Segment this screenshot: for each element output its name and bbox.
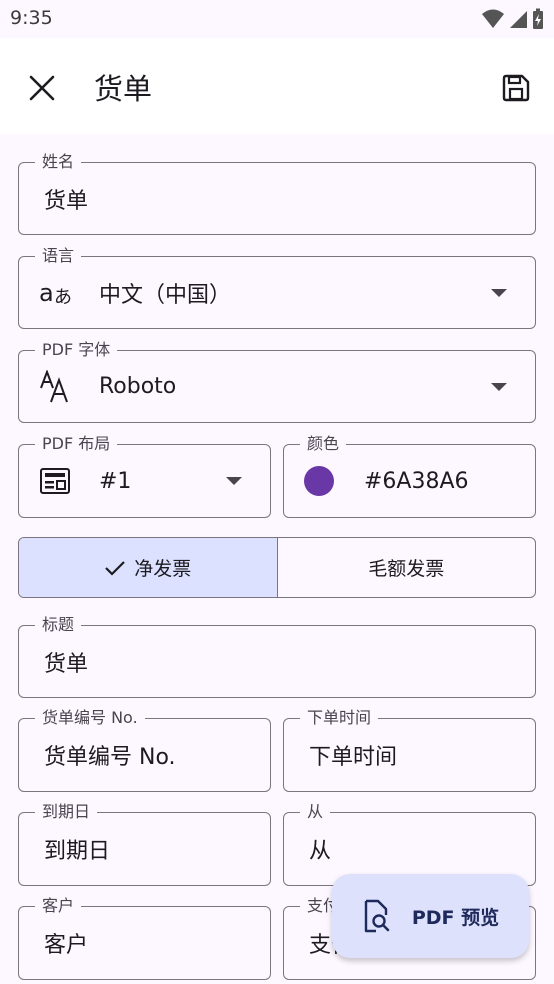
language-select[interactable]: 语言 a あ 中文（中国）	[18, 246, 536, 329]
pdf-font-select[interactable]: PDF 字体 Roboto	[18, 340, 536, 423]
color-field-label: 颜色	[300, 434, 347, 454]
invoice-type-toggle: 净发票 毛额发票	[18, 537, 536, 598]
color-field-value: #6A38A6	[364, 468, 469, 494]
title-field-value: 货单	[44, 651, 89, 677]
order-time-field[interactable]: 下单时间 下单时间	[283, 708, 536, 792]
chevron-down-icon	[491, 288, 507, 297]
due-date-field-value: 到期日	[44, 839, 111, 864]
wifi-icon	[482, 9, 504, 28]
save-button[interactable]	[492, 64, 540, 112]
top-app-bar: 货单	[0, 38, 554, 134]
check-icon	[105, 560, 126, 576]
name-field[interactable]: 姓名 货单	[18, 152, 536, 235]
pdf-preview-label: PDF 预览	[411, 906, 500, 929]
color-swatch[interactable]	[304, 466, 334, 496]
status-bar: 9:35	[0, 0, 554, 38]
status-time: 9:35	[10, 7, 53, 29]
svg-text:a: a	[39, 279, 54, 307]
chevron-down-icon	[226, 477, 242, 485]
pdf-layout-select-value: #1	[99, 468, 132, 494]
signal-icon	[510, 11, 527, 28]
svg-text:あ: あ	[54, 287, 72, 307]
layout-icon	[39, 445, 71, 517]
customer-field-value: 客户	[44, 933, 89, 958]
battery-icon	[533, 8, 543, 29]
font-icon	[39, 351, 75, 422]
title-field[interactable]: 标题 货单	[18, 615, 536, 698]
close-icon	[29, 75, 55, 101]
chevron-down-icon	[491, 382, 507, 391]
pdf-font-select-value: Roboto	[99, 374, 177, 399]
document-search-icon	[364, 899, 390, 933]
name-field-value: 货单	[44, 188, 89, 214]
language-select-value: 中文（中国）	[99, 282, 232, 308]
color-field[interactable]: 颜色 #6A38A6	[283, 434, 536, 518]
order-time-field-value: 下单时间	[309, 745, 398, 770]
net-invoice-label: 净发票	[134, 558, 192, 580]
gross-invoice-button[interactable]: 毛额发票	[278, 538, 536, 597]
due-date-field[interactable]: 到期日 到期日	[18, 802, 271, 886]
net-invoice-button[interactable]: 净发票	[19, 538, 278, 597]
status-icons	[482, 8, 544, 30]
save-icon	[502, 74, 530, 102]
close-button[interactable]	[18, 64, 66, 112]
translate-icon: a あ	[39, 257, 75, 328]
invoice-number-field[interactable]: 货单编号 No. 货单编号 No.	[18, 708, 271, 792]
customer-field[interactable]: 客户 客户	[18, 896, 271, 980]
from-field-value: 从	[309, 839, 332, 864]
invoice-number-field-value: 货单编号 No.	[44, 745, 176, 770]
pdf-preview-button[interactable]: PDF 预览	[332, 874, 529, 958]
pdf-layout-select[interactable]: PDF 布局 #1	[18, 434, 271, 518]
page-title: 货单	[94, 72, 153, 106]
gross-invoice-label: 毛额发票	[368, 558, 445, 580]
